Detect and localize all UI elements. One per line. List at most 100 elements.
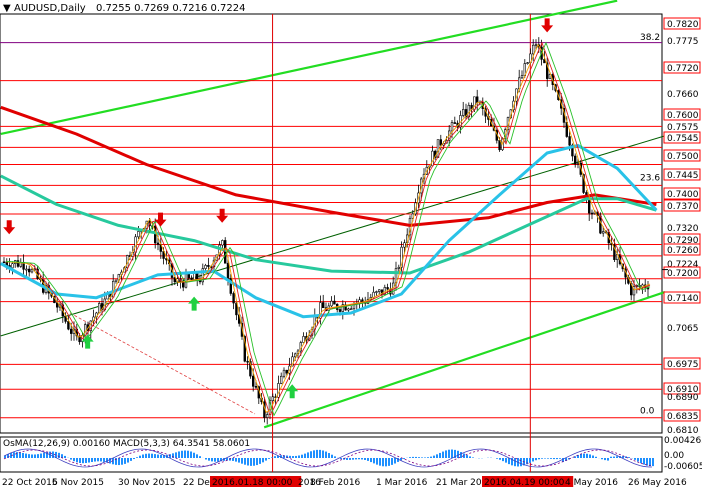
- candle-body: [386, 287, 389, 290]
- osma-bar: [94, 458, 96, 462]
- osma-bar: [457, 450, 459, 458]
- osma-bar: [328, 453, 330, 458]
- osma-bar: [187, 450, 189, 458]
- osma-bar: [472, 457, 474, 458]
- candle-body: [190, 277, 193, 280]
- osma-bar: [409, 457, 411, 458]
- candle-body: [375, 291, 378, 293]
- osma-bar: [142, 454, 144, 458]
- osma-bar: [334, 456, 336, 458]
- osma-bar: [136, 457, 138, 458]
- candle-body: [601, 231, 605, 234]
- osma-bar: [37, 454, 39, 458]
- price-label: 0.6890: [667, 393, 699, 403]
- osma-bar: [355, 458, 357, 460]
- osma-bar: [154, 454, 156, 458]
- osma-bar: [547, 458, 549, 459]
- candle-body: [16, 260, 20, 267]
- price-label: 0.7660: [667, 90, 699, 100]
- osma-bar: [217, 458, 219, 462]
- candle-body: [333, 300, 336, 305]
- osma-bar: [514, 458, 516, 467]
- candle-body: [112, 280, 115, 298]
- osma-bar: [73, 458, 75, 462]
- osma-bar: [361, 458, 363, 460]
- candle-body: [568, 136, 571, 146]
- osma-bar: [499, 458, 501, 460]
- osma-bar: [205, 458, 207, 460]
- osma-bar: [331, 454, 333, 458]
- osma-bar: [265, 458, 267, 461]
- candle-body: [431, 150, 434, 167]
- osma-bar: [190, 451, 192, 458]
- osma-bar: [70, 458, 72, 460]
- price-label: 0.7545: [667, 134, 699, 144]
- candle-body: [450, 122, 454, 132]
- candle-body: [439, 139, 442, 146]
- price-label: 0.6975: [667, 360, 699, 370]
- osma-bar: [412, 456, 414, 458]
- osma-bar: [301, 454, 303, 458]
- candle-body: [403, 242, 406, 248]
- osma-bar: [382, 458, 384, 467]
- osma-bar: [58, 452, 60, 458]
- osma-bar: [91, 458, 93, 462]
- price-label: 0.7720: [667, 64, 699, 74]
- osma-bar: [403, 458, 405, 459]
- candle-body: [156, 242, 160, 245]
- osma-bar: [442, 451, 444, 458]
- osma-bar: [208, 458, 210, 461]
- osma-bar: [124, 458, 126, 464]
- candle-body: [576, 162, 580, 165]
- osma-bar: [445, 450, 447, 458]
- osma-bar: [319, 449, 321, 458]
- price-label: 0.7400: [667, 190, 699, 200]
- candle-body: [27, 268, 31, 273]
- price-label: 0.7140: [667, 294, 699, 304]
- osma-bar: [157, 454, 159, 458]
- candle-body: [587, 198, 591, 214]
- candle-body: [397, 266, 400, 269]
- osma-bar: [316, 449, 318, 458]
- candle-body: [475, 96, 479, 103]
- osma-bar: [235, 458, 237, 462]
- osma-bar: [97, 458, 99, 462]
- indicator-axis-label: 0.004263: [664, 436, 702, 446]
- osma-bar: [433, 455, 435, 458]
- osma-bar: [340, 458, 342, 459]
- candle-body: [198, 280, 202, 283]
- osma-bar: [451, 449, 453, 458]
- candle-body: [520, 75, 524, 79]
- osma-bar: [583, 453, 585, 458]
- osma-bar: [184, 450, 186, 458]
- osma-bar: [388, 458, 390, 466]
- osma-bar: [148, 453, 150, 458]
- osma-bar: [637, 458, 639, 462]
- candle-body: [285, 369, 288, 374]
- fib-label: 23.6: [640, 174, 660, 184]
- osma-bar: [100, 458, 102, 462]
- osma-bar: [391, 458, 393, 465]
- candle-body: [349, 308, 353, 311]
- osma-bar: [640, 458, 642, 464]
- date-label: 30 Nov 2015: [118, 478, 176, 488]
- osma-bar: [211, 458, 213, 462]
- osma-bar: [349, 458, 351, 460]
- osma-bar: [127, 458, 129, 463]
- chart-header: ▼ AUDUSD,Daily 0.7255 0.7269 0.7216 0.72…: [3, 3, 246, 14]
- price-chart[interactable]: 38.2 23.6 0.0 OsMA(12,26,9) 0.00160 MACD(5…: [0, 0, 702, 496]
- osma-bar: [322, 450, 324, 458]
- osma-bar: [496, 458, 498, 459]
- candle-body: [207, 265, 210, 267]
- osma-bar: [28, 454, 30, 458]
- candle-body: [252, 375, 255, 387]
- date-label: 26 May 2016: [628, 478, 687, 488]
- candle-body: [461, 109, 465, 116]
- candle-body: [84, 324, 87, 336]
- osma-bar: [430, 456, 432, 458]
- osma-bar: [652, 458, 654, 467]
- candle-body: [347, 308, 350, 311]
- indicator-header: OsMA(12,26,9) 0.00160 MACD(5,3,3) 64.354…: [3, 439, 250, 449]
- osma-bar: [34, 454, 36, 458]
- osma-bar: [601, 458, 603, 460]
